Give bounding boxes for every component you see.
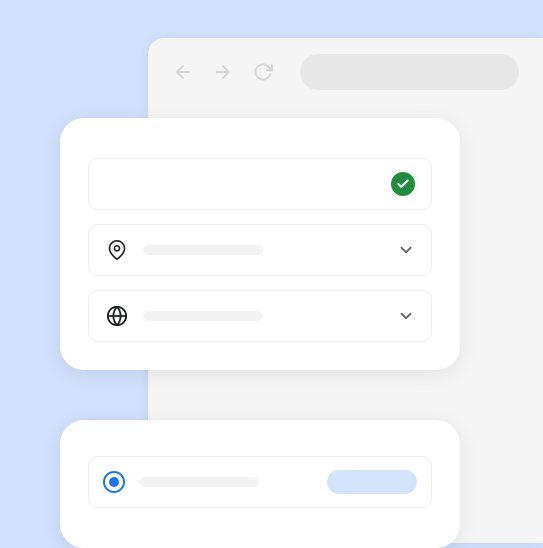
location-pin-icon xyxy=(105,238,129,262)
chevron-down-icon xyxy=(397,307,415,325)
placeholder-text xyxy=(139,477,259,487)
browser-toolbar xyxy=(148,38,543,106)
check-icon xyxy=(396,177,410,191)
placeholder-text xyxy=(143,245,263,255)
forward-button[interactable] xyxy=(212,61,234,83)
address-bar[interactable] xyxy=(300,54,519,90)
reload-icon xyxy=(253,62,273,82)
language-field[interactable] xyxy=(88,290,432,342)
verified-field[interactable] xyxy=(88,158,432,210)
reload-button[interactable] xyxy=(252,61,274,83)
location-field[interactable] xyxy=(88,224,432,276)
back-button[interactable] xyxy=(172,61,194,83)
radio-button-icon xyxy=(103,471,125,493)
option-card xyxy=(60,420,460,548)
radio-option[interactable] xyxy=(88,456,432,508)
form-card xyxy=(60,118,460,370)
arrow-left-icon xyxy=(173,62,193,82)
arrow-right-icon xyxy=(213,62,233,82)
placeholder-text xyxy=(143,311,263,321)
success-badge xyxy=(391,172,415,196)
globe-icon xyxy=(105,304,129,328)
chevron-down-icon xyxy=(397,241,415,259)
option-pill xyxy=(327,470,417,494)
